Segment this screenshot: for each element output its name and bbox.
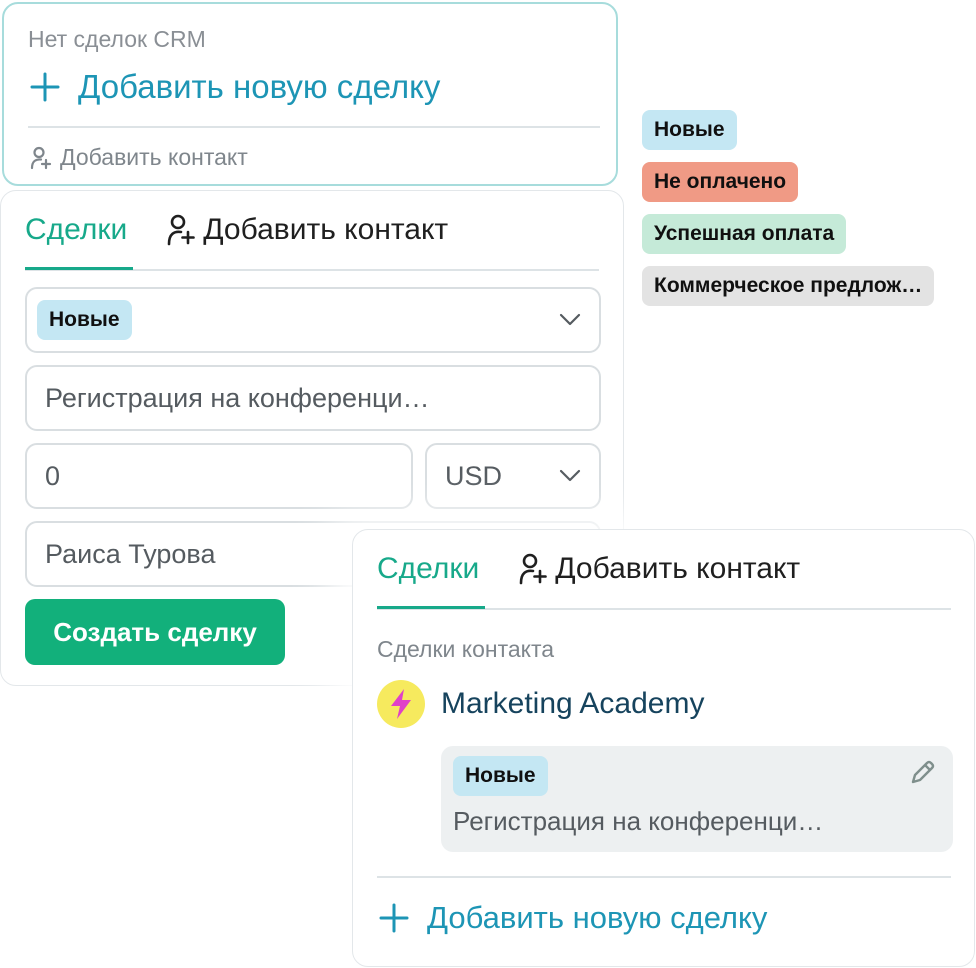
add-deal-label: Добавить новую сделку — [427, 900, 768, 935]
tab-bar: Сделки Добавить контакт — [377, 552, 800, 586]
status-select[interactable]: Новые — [25, 287, 601, 353]
amount-value: 0 — [45, 460, 61, 491]
amount-input[interactable]: 0 — [25, 443, 413, 509]
tab-active-indicator — [377, 606, 485, 609]
tab-bar: Сделки Добавить контакт — [25, 213, 448, 247]
create-deal-button[interactable]: Создать сделку — [25, 599, 285, 665]
status-badge-unpaid: Не оплачено — [642, 162, 799, 202]
contact-deals-card: Сделки Добавить контакт Сделки контакта … — [352, 529, 975, 967]
add-contact-link[interactable]: Добавить контакт — [30, 144, 248, 171]
deal-status-badge: Новые — [453, 756, 548, 796]
no-deals-text: Нет сделок CRM — [28, 26, 206, 52]
deal-name-input[interactable]: Регистрация на конференци… — [25, 365, 601, 431]
section-title: Сделки контакта — [377, 636, 555, 662]
tab-add-contact[interactable]: Добавить контакт — [167, 213, 448, 247]
deal-name: Регистрация на конференци… — [453, 806, 824, 836]
add-person-icon — [167, 214, 196, 246]
tab-active-indicator — [25, 267, 133, 270]
divider — [377, 876, 951, 878]
empty-crm-card: Нет сделок CRM Добавить новую сделку Доб… — [2, 2, 618, 186]
currency-select[interactable]: USD — [425, 443, 601, 509]
lightning-icon — [391, 689, 411, 719]
add-deal-label: Добавить новую сделку — [78, 68, 441, 105]
tab-add-contact-label: Добавить контакт — [203, 213, 449, 246]
company-row[interactable]: Marketing Academy — [377, 680, 704, 728]
status-badge-label: Успешная оплата — [642, 214, 847, 254]
deal-item[interactable]: Новые Регистрация на конференци… — [441, 746, 953, 852]
add-person-icon — [519, 553, 548, 585]
tab-deals[interactable]: Сделки — [25, 213, 127, 247]
status-badge-label: Не оплачено — [642, 162, 799, 202]
status-select-value: Новые — [37, 300, 132, 340]
add-deal-link[interactable]: Добавить новую сделку — [30, 68, 440, 106]
status-badge-offer: Коммерческое предлож… — [642, 266, 935, 306]
chevron-down-icon — [559, 313, 581, 326]
tab-add-contact[interactable]: Добавить контакт — [519, 552, 800, 586]
plus-icon — [30, 72, 60, 102]
deal-name-value: Регистрация на конференци… — [45, 382, 430, 413]
divider — [28, 126, 600, 128]
status-badge-new: Новые — [642, 110, 737, 150]
company-name: Marketing Academy — [441, 687, 705, 720]
status-badge-label: Коммерческое предлож… — [642, 266, 935, 306]
status-badge-success: Успешная оплата — [642, 214, 847, 254]
tab-add-contact-label: Добавить контакт — [555, 552, 801, 585]
contact-value: Раиса Турова — [45, 538, 216, 569]
add-deal-link[interactable]: Добавить новую сделку — [379, 900, 767, 936]
company-logo — [377, 680, 425, 728]
add-person-icon — [30, 146, 52, 169]
tab-deals[interactable]: Сделки — [377, 552, 479, 586]
edit-pencil-icon[interactable] — [907, 758, 937, 788]
add-contact-label: Добавить контакт — [60, 144, 248, 170]
status-badge-label: Новые — [642, 110, 737, 150]
chevron-down-icon — [559, 469, 581, 482]
currency-value: USD — [445, 460, 503, 491]
plus-icon — [379, 903, 409, 933]
